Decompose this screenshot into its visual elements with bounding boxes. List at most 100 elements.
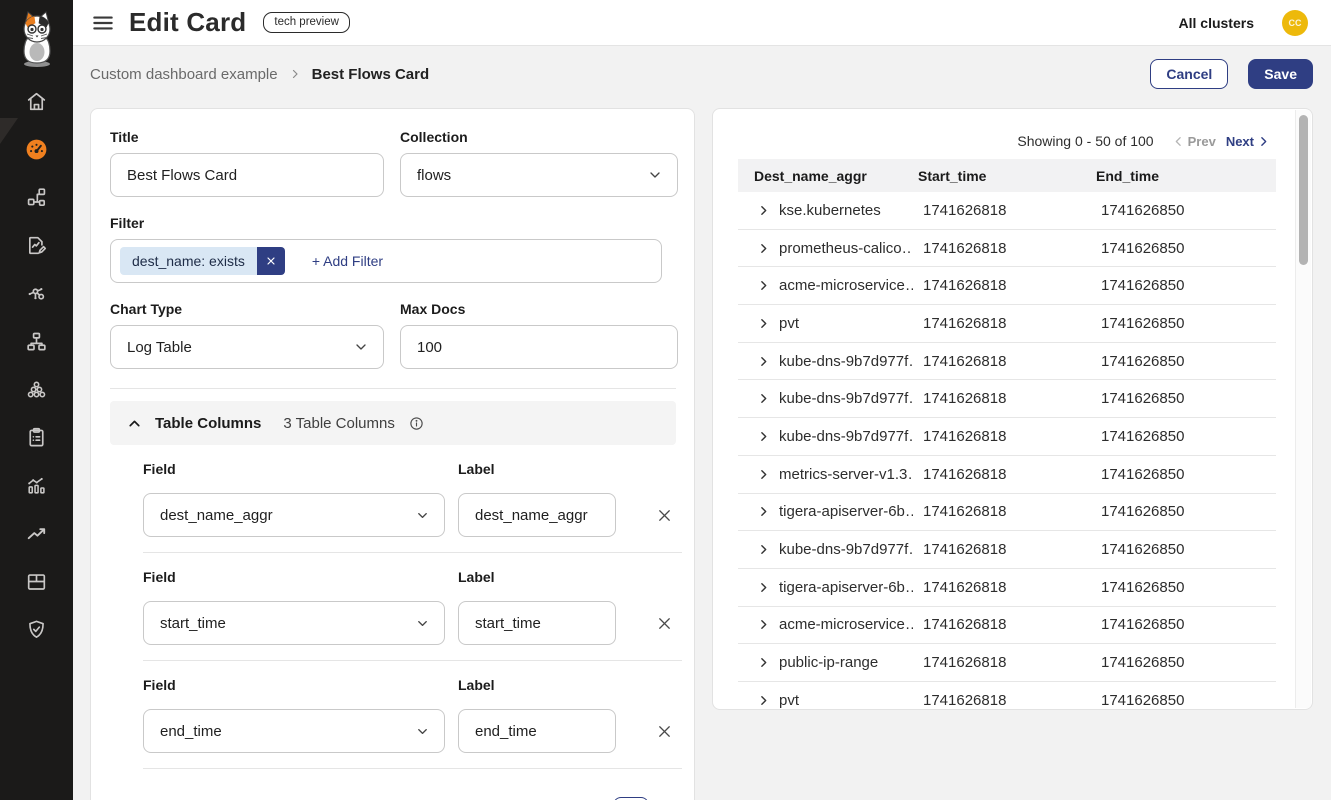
table-row[interactable]: kube-dns-9b7d977f… 1741626818 1741626850: [738, 343, 1276, 381]
sidebar-nav-item[interactable]: [0, 416, 73, 464]
cell-end-time: 1741626850: [1091, 692, 1276, 709]
sidebar-nav-icon: [24, 377, 49, 407]
sidebar-nav-item[interactable]: [0, 224, 73, 272]
table-column-editor-row: Field Label dest_name_aggr: [143, 445, 676, 553]
chevron-down-icon: [415, 616, 430, 631]
sidebar-nav-item[interactable]: [0, 368, 73, 416]
cell-start-time: 1741626818: [913, 390, 1091, 407]
cancel-button[interactable]: Cancel: [1150, 59, 1228, 89]
collection-select[interactable]: flows: [400, 153, 678, 197]
sidebar-nav-item[interactable]: [0, 320, 73, 368]
row-expand-chevron-icon[interactable]: [757, 694, 770, 707]
sidebar-nav-icon: [24, 569, 49, 599]
avatar[interactable]: CC: [1282, 10, 1308, 36]
table-row[interactable]: prometheus-calico… 1741626818 1741626850: [738, 230, 1276, 268]
field-label: Field: [143, 461, 458, 477]
row-expand-chevron-icon[interactable]: [757, 279, 770, 292]
cell-start-time: 1741626818: [913, 541, 1091, 558]
info-icon[interactable]: [409, 416, 424, 431]
table-row[interactable]: metrics-server-v1.3… 1741626818 17416268…: [738, 456, 1276, 494]
chevron-down-icon: [415, 508, 430, 523]
save-button[interactable]: Save: [1248, 59, 1313, 89]
label-label: Label: [458, 677, 676, 693]
cluster-selector[interactable]: All clusters: [1179, 15, 1254, 31]
chart-type-select[interactable]: Log Table: [110, 325, 384, 369]
title-input[interactable]: [110, 153, 384, 197]
app-logo[interactable]: [0, 0, 73, 76]
column-header-end: End_time: [1091, 168, 1276, 184]
cell-start-time: 1741626818: [913, 579, 1091, 596]
sidebar-nav-item[interactable]: [0, 464, 73, 512]
field-label: Field: [143, 677, 458, 693]
table-scrollbar[interactable]: [1295, 110, 1311, 708]
table-row[interactable]: pvt 1741626818 1741626850: [738, 305, 1276, 343]
table-row[interactable]: kube-dns-9b7d977f… 1741626818 1741626850: [738, 380, 1276, 418]
chevron-up-icon[interactable]: [126, 415, 143, 432]
sidebar-nav-item[interactable]: [0, 176, 73, 224]
add-filter-button[interactable]: + Add Filter: [312, 253, 383, 269]
row-expand-chevron-icon[interactable]: [757, 656, 770, 669]
row-expand-chevron-icon[interactable]: [757, 618, 770, 631]
field-select[interactable]: end_time: [143, 709, 445, 753]
page-title: Edit Card: [129, 7, 246, 38]
cell-end-time: 1741626850: [1091, 579, 1276, 596]
remove-column-icon[interactable]: [653, 720, 675, 742]
filter-chip-remove-icon[interactable]: [257, 247, 285, 275]
remove-column-icon[interactable]: [653, 612, 675, 634]
row-expand-chevron-icon[interactable]: [757, 317, 770, 330]
table-columns-title: Table Columns: [155, 415, 261, 432]
row-expand-chevron-icon[interactable]: [757, 468, 770, 481]
table-row[interactable]: public-ip-range 1741626818 1741626850: [738, 644, 1276, 682]
scrollbar-thumb[interactable]: [1299, 115, 1308, 265]
filter-box[interactable]: dest_name: exists + Add Filter: [110, 239, 662, 283]
row-expand-chevron-icon[interactable]: [757, 204, 770, 217]
table-row[interactable]: tigera-apiserver-6b… 1741626818 17416268…: [738, 494, 1276, 532]
pagination-prev-button[interactable]: Prev: [1172, 134, 1216, 149]
table-row[interactable]: kube-dns-9b7d977f… 1741626818 1741626850: [738, 418, 1276, 456]
title-label: Title: [110, 129, 384, 145]
preview-table: Dest_name_aggr Start_time End_time kse.k…: [738, 159, 1276, 710]
table-row[interactable]: acme-microservice… 1741626818 1741626850: [738, 267, 1276, 305]
row-expand-chevron-icon[interactable]: [757, 355, 770, 368]
sidebar-nav-item[interactable]: [0, 560, 73, 608]
hamburger-menu-icon[interactable]: [90, 10, 116, 36]
table-row[interactable]: pvt 1741626818 1741626850: [738, 682, 1276, 710]
max-docs-input[interactable]: [400, 325, 678, 369]
sidebar-nav-item[interactable]: [0, 272, 73, 320]
sidebar-nav-item[interactable]: [0, 608, 73, 656]
sidebar-nav-item[interactable]: [0, 512, 73, 560]
field-select[interactable]: start_time: [143, 601, 445, 645]
label-label: Label: [458, 569, 676, 585]
label-input[interactable]: [458, 493, 616, 537]
table-row[interactable]: kse.kubernetes 1741626818 1741626850: [738, 192, 1276, 230]
row-expand-chevron-icon[interactable]: [757, 543, 770, 556]
sidebar-nav-item[interactable]: [0, 128, 73, 176]
column-header-dest: Dest_name_aggr: [738, 168, 913, 184]
breadcrumb-parent[interactable]: Custom dashboard example: [90, 66, 278, 83]
table-row[interactable]: kube-dns-9b7d977f… 1741626818 1741626850: [738, 531, 1276, 569]
row-expand-chevron-icon[interactable]: [757, 242, 770, 255]
row-expand-chevron-icon[interactable]: [757, 505, 770, 518]
chevron-left-icon: [1172, 135, 1185, 148]
remove-column-icon[interactable]: [653, 504, 675, 526]
table-columns-section-header[interactable]: Table Columns 3 Table Columns: [110, 401, 676, 445]
field-select[interactable]: dest_name_aggr: [143, 493, 445, 537]
table-row[interactable]: acme-microservice… 1741626818 1741626850: [738, 607, 1276, 645]
sidebar-nav-icon: [24, 425, 49, 455]
chevron-down-icon: [415, 724, 430, 739]
cell-start-time: 1741626818: [913, 202, 1091, 219]
row-expand-chevron-icon[interactable]: [757, 430, 770, 443]
cell-dest-name: public-ip-range: [779, 654, 878, 671]
divider: [110, 388, 676, 389]
row-expand-chevron-icon[interactable]: [757, 581, 770, 594]
label-input[interactable]: [458, 709, 616, 753]
label-input[interactable]: [458, 601, 616, 645]
tech-preview-badge: tech preview: [263, 12, 350, 33]
row-expand-chevron-icon[interactable]: [757, 392, 770, 405]
table-row[interactable]: tigera-apiserver-6b… 1741626818 17416268…: [738, 569, 1276, 607]
sidebar-nav-icon: [24, 137, 49, 167]
sidebar-nav-item[interactable]: [0, 80, 73, 128]
pagination-next-button[interactable]: Next: [1226, 134, 1270, 149]
filter-label: Filter: [110, 215, 676, 231]
sidebar-nav-icon: [24, 281, 49, 311]
